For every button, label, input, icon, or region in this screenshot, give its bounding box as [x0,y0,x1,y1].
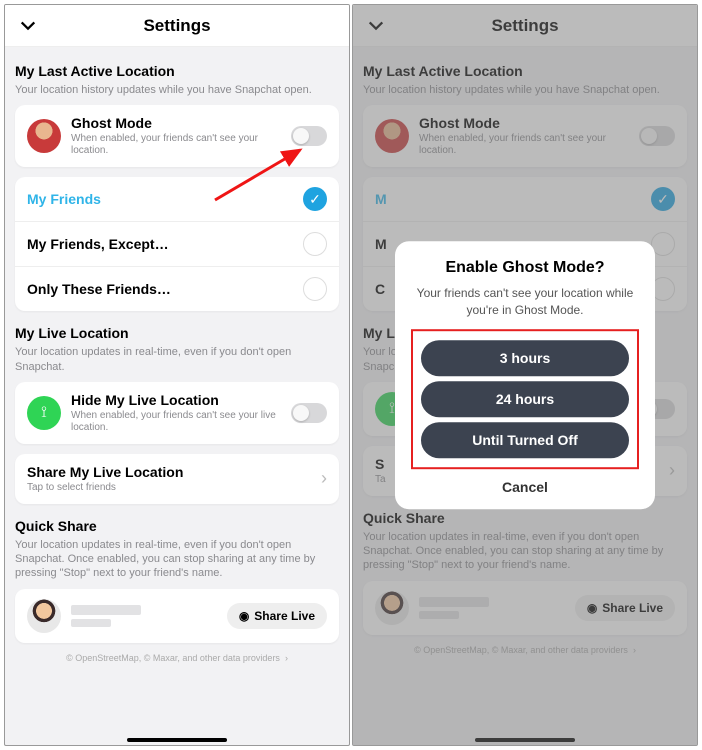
radio-icon [303,232,327,256]
ghost-mode-modal: Enable Ghost Mode? Your friends can't se… [395,241,655,509]
section-title: My Live Location [15,325,339,341]
ghost-toggle[interactable] [291,126,327,146]
row-subtitle: When enabled, your friends can't see you… [71,410,281,434]
hide-live-toggle[interactable] [291,403,327,423]
share-live-row[interactable]: Share My Live Location Tap to select fri… [15,454,339,504]
share-live-card: Share My Live Location Tap to select fri… [15,454,339,504]
row-title: My Friends [27,191,293,207]
option-my-friends[interactable]: My Friends ✓ [15,177,339,221]
phone-right: Settings My Last Active Location Your lo… [352,4,698,746]
redacted-sub [71,619,111,627]
hide-live-card: ⟟ Hide My Live Location When enabled, yo… [15,382,339,444]
section-subtitle: Your location history updates while you … [15,83,339,97]
page-title: Settings [143,16,210,36]
share-live-button[interactable]: ◉ Share Live [227,603,327,629]
content: My Last Active Location Your location hi… [5,47,349,745]
section-title: Quick Share [15,518,339,534]
quickshare-card: ◉ Share Live [15,589,339,643]
option-except[interactable]: My Friends, Except… [15,221,339,266]
check-icon: ✓ [303,187,327,211]
annotation-box: 3 hours 24 hours Until Turned Off [411,329,639,469]
duration-until-off-button[interactable]: Until Turned Off [421,422,629,458]
duration-3h-button[interactable]: 3 hours [421,340,629,376]
friend-row[interactable]: ◉ Share Live [15,589,339,643]
modal-body: Your friends can't see your location whi… [411,285,639,319]
row-subtitle: When enabled, your friends can't see you… [71,133,281,157]
footer-attribution[interactable]: © OpenStreetMap, © Maxar, and other data… [15,643,339,673]
row-title: My Friends, Except… [27,236,293,252]
home-indicator [127,738,227,742]
avatar-icon [27,119,61,153]
option-only[interactable]: Only These Friends… [15,266,339,311]
section-subtitle: Your location updates in real-time, even… [15,538,339,581]
row-subtitle: Tap to select friends [27,482,311,494]
row-title: Share My Live Location [27,464,311,480]
ghost-card: Ghost Mode When enabled, your friends ca… [15,105,339,167]
map-pin-icon: ◉ [239,609,249,623]
radio-icon [303,277,327,301]
section-subtitle: Your location updates in real-time, even… [15,345,339,374]
row-title: Hide My Live Location [71,392,281,408]
header: Settings [5,5,349,47]
hide-live-row[interactable]: ⟟ Hide My Live Location When enabled, yo… [15,382,339,444]
row-title: Ghost Mode [71,115,281,131]
duration-24h-button[interactable]: 24 hours [421,381,629,417]
back-chevron-icon[interactable] [19,17,37,35]
location-icon: ⟟ [27,396,61,430]
modal-title: Enable Ghost Mode? [411,259,639,277]
ghost-mode-row[interactable]: Ghost Mode When enabled, your friends ca… [15,105,339,167]
section-title: My Last Active Location [15,63,339,79]
phone-left: Settings My Last Active Location Your lo… [4,4,350,746]
row-title: Only These Friends… [27,281,293,297]
cancel-button[interactable]: Cancel [411,469,639,497]
redacted-name [71,605,141,615]
visibility-card: My Friends ✓ My Friends, Except… Only Th… [15,177,339,311]
avatar-icon [27,599,61,633]
chevron-right-icon: › [321,468,327,489]
